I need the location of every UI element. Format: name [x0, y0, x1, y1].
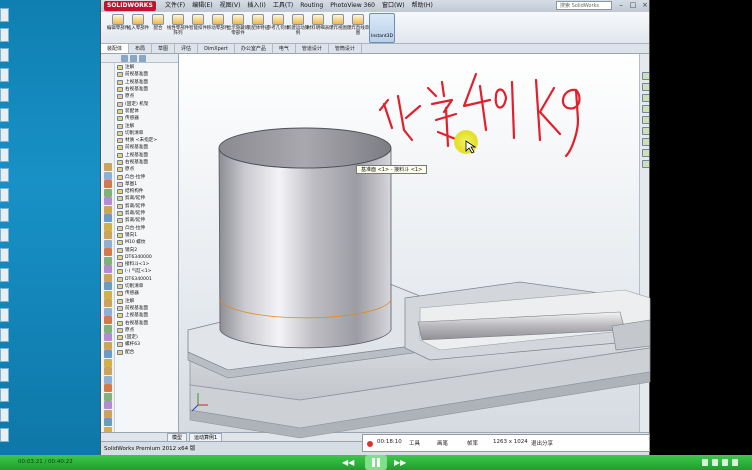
- recorder-stop-button[interactable]: 退出分享: [531, 439, 553, 447]
- video-player-bar: 00:03:21 / 00:40:22 ◀◀ ▶▶: [0, 455, 752, 470]
- scene-3d: [187, 72, 651, 439]
- volume-icon[interactable]: [702, 459, 708, 466]
- mouse-pointer-icon: [465, 140, 477, 154]
- list-icon[interactable]: [732, 459, 738, 466]
- recorder-resolution: 1263 x 1024: [493, 439, 528, 445]
- rewind-icon[interactable]: ◀◀: [342, 458, 354, 467]
- screen: SOLIDWORKS 文件(F) 编辑(E) 视图(V) 插入(I) 工具(T) Rout…: [0, 0, 752, 470]
- player-right-controls: [700, 458, 748, 467]
- recorder-pen-button[interactable]: 画笔: [437, 439, 448, 447]
- hover-tooltip: 基准面 <1> - 接料斗 <1>: [356, 165, 428, 174]
- recorder-mode-label: 帧率: [467, 441, 479, 447]
- fullscreen-icon[interactable]: [722, 459, 728, 466]
- recorder-toolbar: 00:18:10 工具 画笔 帧率 1263 x 1024 退出分享: [362, 434, 650, 452]
- pause-icon[interactable]: [365, 455, 387, 470]
- fast-forward-icon[interactable]: ▶▶: [394, 458, 406, 467]
- player-time: 00:03:21 / 00:40:22: [18, 459, 73, 465]
- player-controls: ◀◀ ▶▶: [330, 455, 420, 470]
- settings-icon[interactable]: [712, 459, 718, 466]
- record-dot-icon: [367, 441, 373, 447]
- recorder-tools-button[interactable]: 工具: [409, 439, 420, 447]
- recorder-time: 00:18:10: [377, 439, 402, 445]
- handwritten-annotation: [378, 72, 581, 158]
